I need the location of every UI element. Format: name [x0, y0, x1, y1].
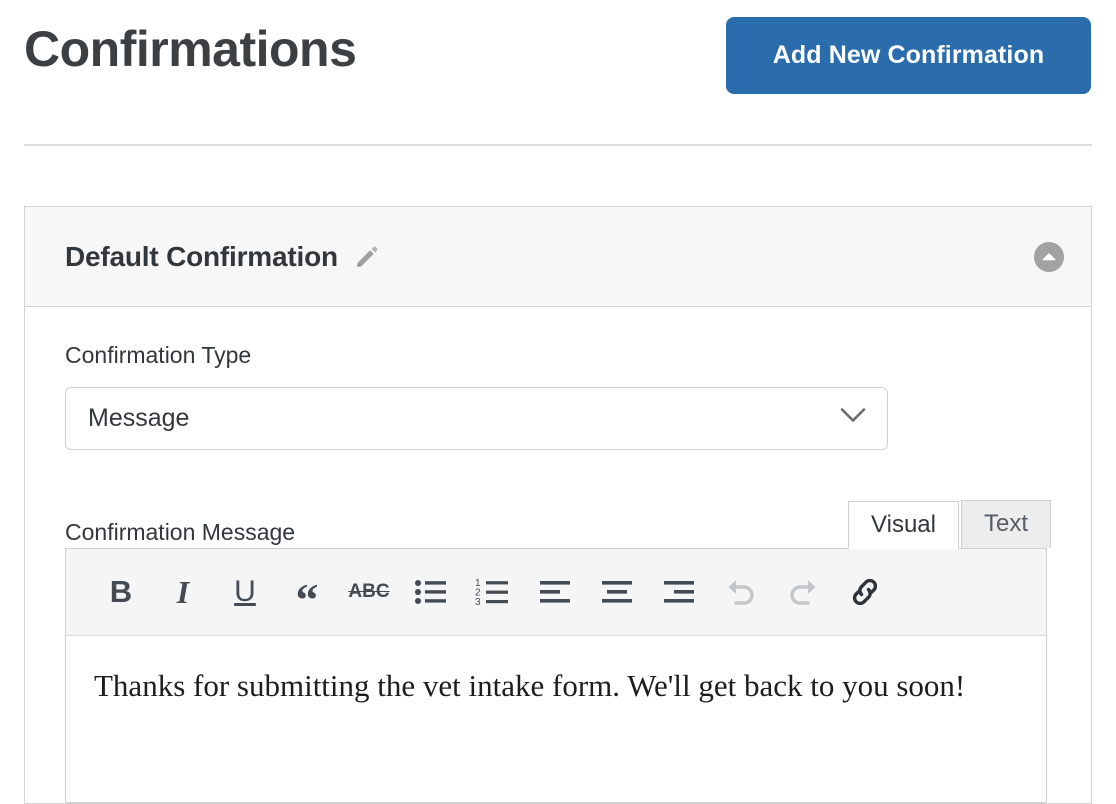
editor-frame: B I U “ ABC 1 2 3 Thanks for submitting … [65, 547, 1047, 803]
underline-icon[interactable]: U [214, 561, 276, 623]
link-icon[interactable] [834, 561, 896, 623]
italic-icon[interactable]: I [152, 561, 214, 623]
editor-mode-tabs: Visual Text [848, 499, 1051, 549]
align-right-icon[interactable] [648, 561, 710, 623]
underline-glyph: U [234, 574, 256, 608]
bold-glyph: B [109, 574, 133, 610]
editor-label-row: Confirmation Message Visual Text [65, 486, 1051, 549]
panel-body: Confirmation Type Message Confirmation M… [25, 307, 1091, 803]
confirmation-message-body: Thanks for submitting the vet intake for… [94, 667, 966, 703]
confirmation-type-select-wrap: Message [65, 386, 888, 450]
panel-header[interactable]: Default Confirmation [25, 207, 1091, 307]
add-new-confirmation-button[interactable]: Add New Confirmation [726, 17, 1091, 94]
editor-toolbar: B I U “ ABC 1 2 3 [66, 548, 1046, 636]
redo-icon[interactable] [772, 561, 834, 623]
unordered-list-icon[interactable] [400, 561, 462, 623]
align-center-icon[interactable] [586, 561, 648, 623]
strikethrough-glyph: ABC [348, 581, 390, 603]
blockquote-icon[interactable]: “ [276, 561, 338, 623]
tab-text[interactable]: Text [960, 499, 1051, 548]
confirmations-page: Confirmations Add New Confirmation Defau… [0, 0, 1116, 804]
confirmation-message-editor: Confirmation Message Visual Text B I U “… [65, 486, 1051, 803]
italic-glyph: I [176, 573, 190, 610]
undo-icon[interactable] [710, 561, 772, 623]
confirmation-type-selected-value: Message [88, 403, 190, 432]
align-left-icon[interactable] [524, 561, 586, 623]
collapse-toggle-icon[interactable] [1033, 241, 1065, 273]
blockquote-glyph: “ [295, 574, 319, 626]
ordered-list-icon[interactable]: 1 2 3 [462, 561, 524, 623]
confirmation-message-label: Confirmation Message [65, 519, 296, 545]
page-title: Confirmations [24, 21, 357, 77]
panel-title: Default Confirmation [65, 240, 338, 272]
pencil-icon[interactable] [354, 244, 380, 270]
svg-text:3: 3 [475, 597, 481, 607]
page-header: Confirmations Add New Confirmation [24, 0, 1092, 146]
default-confirmation-panel: Default Confirmation Confirmation Type M… [24, 206, 1092, 804]
bold-icon[interactable]: B [90, 561, 152, 623]
confirmation-type-select[interactable]: Message [65, 386, 888, 450]
strikethrough-icon[interactable]: ABC [338, 561, 400, 623]
confirmation-type-label: Confirmation Type [65, 342, 252, 368]
editor-content-area[interactable]: Thanks for submitting the vet intake for… [66, 636, 1046, 802]
tab-visual[interactable]: Visual [848, 500, 959, 549]
